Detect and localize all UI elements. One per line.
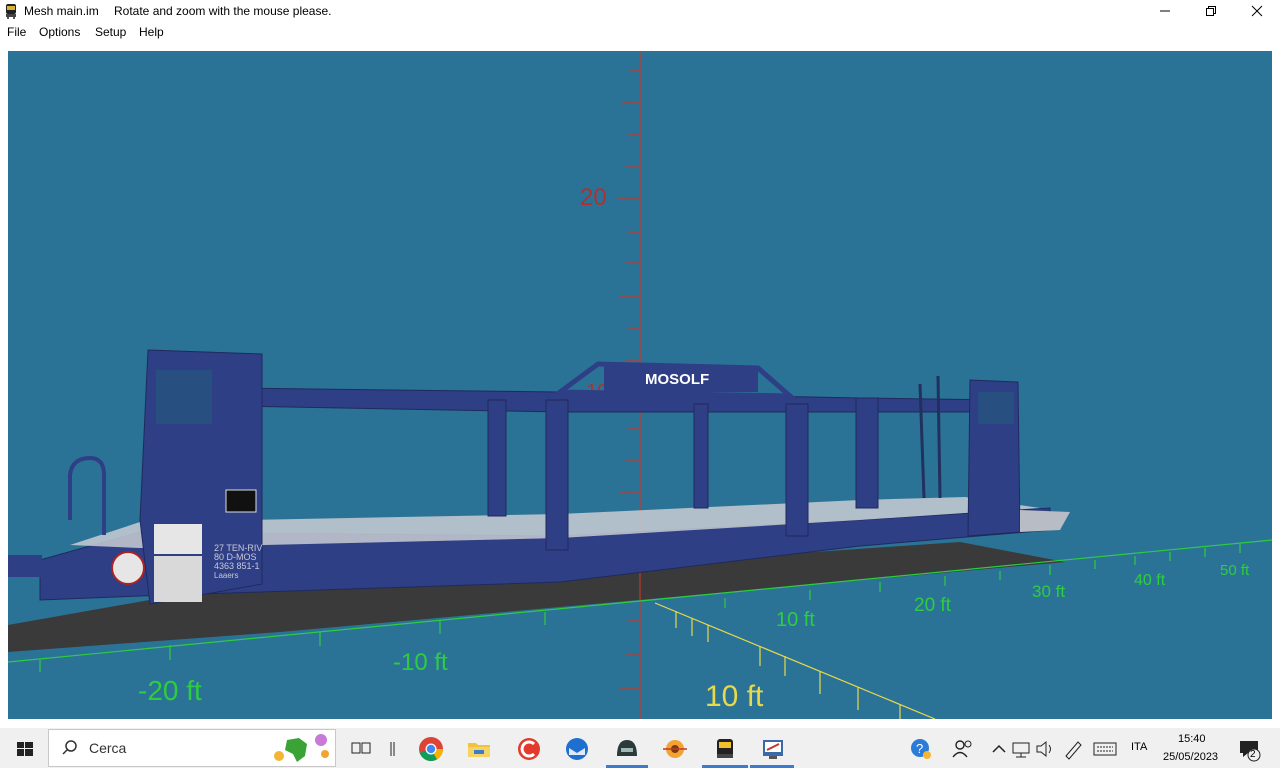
search-placeholder: Cerca xyxy=(89,740,127,756)
notification-icon[interactable] xyxy=(1234,734,1264,764)
helmet-app-icon[interactable] xyxy=(612,734,642,764)
search-icon xyxy=(62,740,77,755)
keyboard-icon[interactable] xyxy=(1090,734,1120,764)
train-simulator-icon[interactable] xyxy=(710,734,740,764)
left-window xyxy=(156,370,212,424)
x-label-neg20: -20 ft xyxy=(138,675,202,706)
right-window xyxy=(978,392,1014,424)
wagon-marking-4: Laaers xyxy=(214,571,238,580)
window-title: Mesh main.im xyxy=(24,4,99,18)
file-explorer-icon[interactable] xyxy=(464,734,494,764)
thunderbird-icon[interactable] xyxy=(562,734,592,764)
restore-button[interactable] xyxy=(1188,0,1234,22)
clock-time[interactable]: 15:40 xyxy=(1178,733,1206,745)
ladder xyxy=(918,375,942,499)
x-label-neg10: -10 ft xyxy=(393,649,448,676)
windows-start-icon[interactable] xyxy=(10,734,40,764)
x-label-10: 10 ft xyxy=(776,609,815,631)
menu-options[interactable]: Options xyxy=(39,25,80,39)
task-view-icon[interactable] xyxy=(346,734,376,764)
x-label-30: 30 ft xyxy=(1032,582,1065,601)
close-button[interactable] xyxy=(1234,0,1280,22)
mesh-tool-icon[interactable] xyxy=(758,734,788,764)
3d-viewport[interactable]: 20 10 -20 ft -10 ft 10 ft 20 ft 30 ft 40… xyxy=(8,51,1272,719)
xnview-icon[interactable] xyxy=(660,734,690,764)
menu-file[interactable]: File xyxy=(7,25,26,39)
menu-bar: File Options Setup Help xyxy=(0,22,1280,42)
scene-canvas[interactable]: 20 10 -20 ft -10 ft 10 ft 20 ft 30 ft 40… xyxy=(8,51,1272,719)
brand-logo: MOSOLF xyxy=(645,371,709,388)
minimize-button[interactable] xyxy=(1142,0,1188,22)
right-coupler xyxy=(1020,510,1070,532)
info-plate-2 xyxy=(154,556,202,602)
x-label-20: 20 ft xyxy=(914,595,952,616)
language-indicator[interactable]: ITA xyxy=(1131,741,1147,753)
menu-help[interactable]: Help xyxy=(139,25,164,39)
title-bar: Mesh main.im Rotate and zoom with the mo… xyxy=(0,0,1280,22)
vertical-label-20: 20 xyxy=(580,184,607,211)
x-label-40: 40 ft xyxy=(1134,572,1166,589)
x-label-50: 50 ft xyxy=(1220,562,1250,579)
z-label-10: 10 ft xyxy=(705,680,764,713)
people-tray-icon[interactable] xyxy=(948,734,978,764)
window-hint: Rotate and zoom with the mouse please. xyxy=(114,4,332,18)
menu-setup[interactable]: Setup xyxy=(95,25,126,39)
info-roundel xyxy=(111,551,145,585)
left-railing xyxy=(68,455,106,535)
train-app-icon xyxy=(6,4,16,19)
ccleaner-icon[interactable] xyxy=(514,734,544,764)
volume-icon[interactable] xyxy=(1030,734,1060,764)
clock-date[interactable]: 25/05/2023 xyxy=(1163,751,1218,763)
restore-icon xyxy=(1206,6,1216,16)
info-screen xyxy=(225,489,257,513)
help-tray-icon[interactable]: ? xyxy=(906,734,936,764)
notification-count: 2 xyxy=(1250,749,1256,760)
close-icon xyxy=(1251,5,1263,17)
left-buffer xyxy=(8,555,42,577)
pen-icon[interactable] xyxy=(1058,734,1088,764)
svg-text:?: ? xyxy=(916,741,923,756)
widgets-divider-icon xyxy=(390,742,395,756)
chrome-icon[interactable] xyxy=(416,734,446,764)
taskbar-search-box[interactable]: Cerca xyxy=(48,729,336,767)
info-plate-1 xyxy=(154,524,202,554)
wagon-marking-3: 4363 851-1 xyxy=(214,561,260,571)
minimize-icon xyxy=(1160,10,1170,12)
search-highlight-image xyxy=(274,734,329,762)
